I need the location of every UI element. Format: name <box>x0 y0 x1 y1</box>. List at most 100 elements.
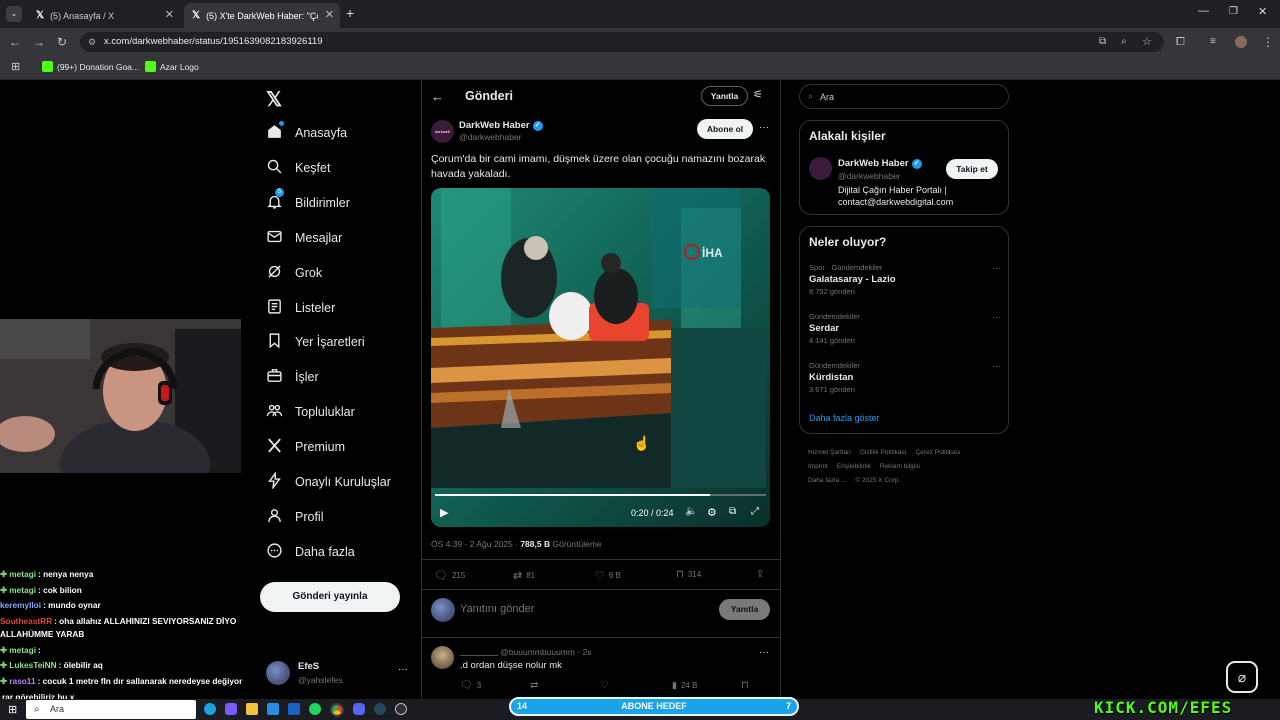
copilot-icon[interactable] <box>225 703 237 715</box>
nav-item-anasayfa[interactable]: Anasayfa <box>266 116 347 150</box>
nav-item-i-şler[interactable]: İşler <box>266 360 319 394</box>
pip-icon[interactable]: ⧉ <box>729 506 736 517</box>
reply-handle[interactable]: @buuummbuuumm · 2s <box>500 647 591 657</box>
menu-icon[interactable]: ⋮ <box>1262 34 1274 50</box>
subscribe-button[interactable]: Abone ol <box>697 119 753 139</box>
author-name[interactable]: DarkWeb Haber ✓ <box>459 120 543 131</box>
nav-item-premium[interactable]: Premium <box>266 430 345 464</box>
search-input[interactable]: ⌕ Ara <box>799 84 1009 109</box>
edge-icon[interactable] <box>204 703 216 715</box>
media-icon[interactable]: ≡ <box>1210 34 1216 50</box>
footer-link[interactable]: Reklam bilgisi <box>880 463 920 470</box>
more-icon[interactable]: ··· <box>398 664 408 675</box>
nav-item-bildirimler[interactable]: 5 Bildirimler <box>266 186 350 220</box>
reply-avatar[interactable] <box>431 646 454 669</box>
minimize-button[interactable]: — <box>1198 5 1209 17</box>
bookmark-donation[interactable]: (99+) Donation Goa... <box>42 61 139 72</box>
settings-sliders-icon[interactable]: ⚟ <box>753 88 763 101</box>
back-icon[interactable]: ← <box>9 34 21 50</box>
nav-item-topluluklar[interactable]: Topluluklar <box>266 395 355 429</box>
more-icon[interactable]: ··· <box>759 122 769 133</box>
outlook-icon[interactable] <box>288 703 300 715</box>
chat-username[interactable]: SoutheastRR <box>0 616 52 626</box>
settings-icon[interactable]: ⚙ <box>707 506 717 519</box>
start-icon[interactable]: ⊞ <box>8 703 17 716</box>
reply-input[interactable]: Yanıtını gönder <box>460 603 710 615</box>
chat-username[interactable]: raso11 <box>9 676 35 686</box>
reply-submit-button[interactable]: Yanıtla <box>719 599 770 620</box>
reply-action[interactable]: 🗨 3 <box>460 680 481 691</box>
x-logo-icon[interactable]: 𝕏 <box>266 87 282 112</box>
obs-icon[interactable] <box>395 703 407 715</box>
related-name[interactable]: DarkWeb Haber ✓ <box>838 158 922 169</box>
tab-search-button[interactable]: ⌄ <box>6 6 22 22</box>
author-avatar[interactable]: darkweb <box>431 120 454 143</box>
show-more-link[interactable]: Daha fazla göster <box>809 413 880 423</box>
folder-icon[interactable] <box>246 703 258 715</box>
video-player[interactable]: İHA ▶ 0:20 / 0:24 🔈 ⚙ ⧉ ⤢ ☝ <box>431 188 770 527</box>
maximize-button[interactable]: ❐ <box>1229 6 1238 17</box>
bookmark-action[interactable]: ⊓ <box>741 680 749 691</box>
account-switcher[interactable]: EfeS @yahslefes ··· <box>266 658 412 690</box>
bookmark-action[interactable]: ⊓ 314 <box>676 569 701 580</box>
tweet-time[interactable]: ÖS 4:39 · 2 Ağu 2025 · <box>431 539 518 549</box>
related-avatar[interactable] <box>809 157 832 180</box>
author-handle[interactable]: @darkwebhaber <box>459 132 522 142</box>
fullscreen-icon[interactable]: ⤢ <box>751 506 759 517</box>
nav-item-onaylı-kuruluşlar[interactable]: Onaylı Kuruluşlar <box>266 465 391 499</box>
reply-author[interactable]: ________ <box>460 647 498 657</box>
like-action[interactable]: ♡ 6 B <box>595 569 621 582</box>
footer-link[interactable]: Gizlilik Politikası <box>860 449 907 456</box>
apps-icon[interactable]: ⊞ <box>11 60 20 73</box>
nav-item-grok[interactable]: Grok <box>266 256 322 290</box>
discord-icon[interactable] <box>353 703 365 715</box>
retweet-action[interactable]: ⇄ 81 <box>513 569 535 582</box>
window-close-button[interactable]: ✕ <box>1258 5 1267 18</box>
retweet-action[interactable]: ⇄ <box>530 680 538 691</box>
reload-icon[interactable]: ↻ <box>57 34 67 50</box>
steam-icon[interactable] <box>374 703 386 715</box>
browser-tab-home[interactable]: 𝕏 (5) Anasayfa / X ✕ <box>28 3 180 28</box>
taskbar-search[interactable]: ⌕ Ara <box>26 700 196 719</box>
chat-username[interactable]: keremylloi <box>0 600 41 610</box>
trend-item[interactable]: Gündemdekiler Serdar 4.141 gönderi ··· <box>809 312 1001 345</box>
chat-username[interactable]: metagi <box>9 569 36 579</box>
footer-link[interactable]: Hizmet Şartları <box>808 449 851 456</box>
profile-avatar[interactable] <box>1235 36 1247 48</box>
post-button[interactable]: Gönderi yayınla <box>260 582 400 612</box>
share-action[interactable]: ⇪ <box>756 569 764 580</box>
bookmark-azar[interactable]: Azar Logo <box>145 61 199 72</box>
more-icon[interactable]: ··· <box>992 263 1001 273</box>
chrome-icon[interactable] <box>330 703 344 717</box>
nav-item-mesajlar[interactable]: Mesajlar <box>266 221 342 255</box>
footer-link[interactable]: © 2025 X Corp. <box>855 477 900 484</box>
reply-filter-button[interactable]: Yanıtla <box>701 86 748 106</box>
chat-username[interactable]: metagi <box>9 585 36 595</box>
new-tab-button[interactable]: + <box>346 5 354 21</box>
nav-item-profil[interactable]: Profil <box>266 500 323 534</box>
close-icon[interactable]: ✕ <box>325 8 334 21</box>
forward-icon[interactable]: → <box>33 34 45 50</box>
back-icon[interactable]: ← <box>431 89 444 104</box>
trend-item[interactable]: Gündemdekiler Kürdistan 3.671 gönderi ··· <box>809 361 1001 394</box>
more-icon[interactable]: ··· <box>759 647 769 658</box>
nav-item-keşfet[interactable]: Keşfet <box>266 151 330 185</box>
footer-link[interactable]: Erişilebilirlik <box>837 463 871 470</box>
like-action[interactable]: ♡ <box>600 680 609 691</box>
footer-link[interactable]: Çerez Politikası <box>916 449 961 456</box>
more-icon[interactable]: ··· <box>992 312 1001 322</box>
footer-link[interactable]: Imprint <box>808 463 828 470</box>
related-handle[interactable]: @darkwebhaber <box>838 171 901 181</box>
zoom-icon[interactable]: ⌕ <box>1121 34 1127 50</box>
footer-link[interactable]: Daha fazla ... <box>808 477 846 484</box>
star-icon[interactable]: ☆ <box>1142 34 1152 50</box>
spotify-icon[interactable] <box>309 703 321 715</box>
store-icon[interactable] <box>267 703 279 715</box>
reply-action[interactable]: 🗨 215 <box>434 569 465 582</box>
trend-item[interactable]: Spor · Gündemdekiler Galatasaray - Lazio 8… <box>809 263 1001 296</box>
site-info-icon[interactable]: ⚙ <box>88 32 96 52</box>
chat-username[interactable]: metagi <box>9 645 36 655</box>
follow-button[interactable]: Takip et <box>946 159 998 179</box>
chat-username[interactable]: LukesTeiNN <box>9 660 56 670</box>
more-icon[interactable]: ··· <box>992 361 1001 371</box>
